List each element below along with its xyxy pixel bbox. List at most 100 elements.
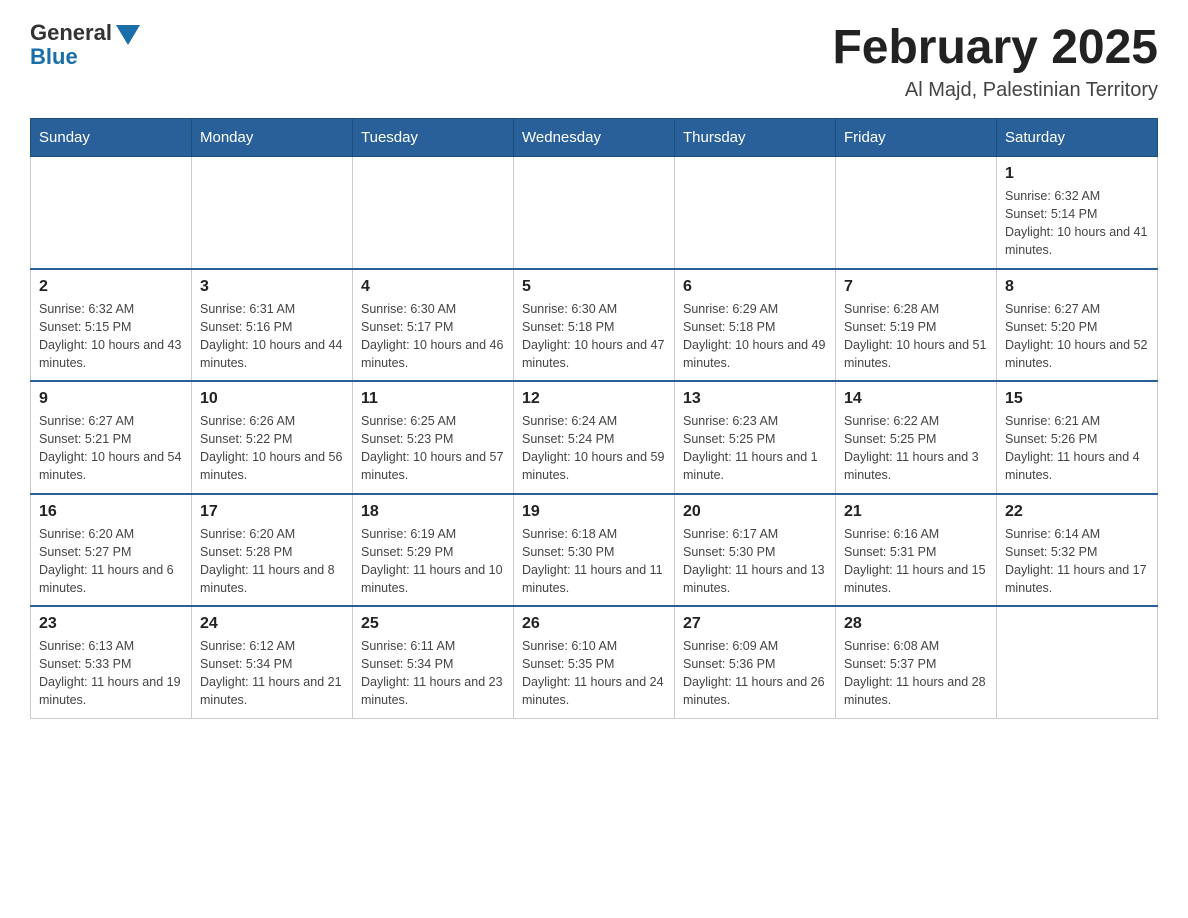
calendar-cell: 10 Sunrise: 6:26 AM Sunset: 5:22 PM Dayli… — [192, 381, 353, 494]
day-info: Sunrise: 6:20 AM Sunset: 5:27 PM Dayligh… — [39, 525, 183, 598]
day-info: Sunrise: 6:19 AM Sunset: 5:29 PM Dayligh… — [361, 525, 505, 598]
logo-blue-text: Blue — [30, 44, 78, 70]
calendar-cell: 11 Sunrise: 6:25 AM Sunset: 5:23 PM Dayli… — [353, 381, 514, 494]
day-number: 6 — [683, 278, 827, 296]
calendar-cell: 20 Sunrise: 6:17 AM Sunset: 5:30 PM Dayli… — [675, 494, 836, 607]
calendar-cell: 26 Sunrise: 6:10 AM Sunset: 5:35 PM Dayli… — [514, 606, 675, 718]
calendar-cell: 8 Sunrise: 6:27 AM Sunset: 5:20 PM Daylig… — [997, 269, 1158, 382]
calendar-cell: 9 Sunrise: 6:27 AM Sunset: 5:21 PM Daylig… — [31, 381, 192, 494]
calendar-cell: 4 Sunrise: 6:30 AM Sunset: 5:17 PM Daylig… — [353, 269, 514, 382]
day-info: Sunrise: 6:12 AM Sunset: 5:34 PM Dayligh… — [200, 637, 344, 710]
day-number: 18 — [361, 503, 505, 521]
day-number: 15 — [1005, 390, 1149, 408]
day-info: Sunrise: 6:09 AM Sunset: 5:36 PM Dayligh… — [683, 637, 827, 710]
day-number: 17 — [200, 503, 344, 521]
calendar-cell: 16Sunrise: 6:20 AM Sunset: 5:27 PM Dayli… — [31, 494, 192, 607]
calendar-cell: 28 Sunrise: 6:08 AM Sunset: 5:37 PM Dayli… — [836, 606, 997, 718]
day-info: Sunrise: 6:32 AM Sunset: 5:14 PM Dayligh… — [1005, 187, 1149, 260]
day-info: Sunrise: 6:13 AM Sunset: 5:33 PM Dayligh… — [39, 637, 183, 710]
day-number: 21 — [844, 503, 988, 521]
day-info: Sunrise: 6:29 AM Sunset: 5:18 PM Dayligh… — [683, 300, 827, 373]
calendar-cell — [353, 157, 514, 269]
calendar-cell: 6 Sunrise: 6:29 AM Sunset: 5:18 PM Daylig… — [675, 269, 836, 382]
day-of-week-header: Sunday — [31, 119, 192, 157]
calendar-cell: 3 Sunrise: 6:31 AM Sunset: 5:16 PM Daylig… — [192, 269, 353, 382]
page-header: General Blue February 2025 Al Majd, Pale… — [30, 20, 1158, 102]
day-number: 12 — [522, 390, 666, 408]
day-info: Sunrise: 6:14 AM Sunset: 5:32 PM Dayligh… — [1005, 525, 1149, 598]
logo-arrow-icon — [116, 25, 140, 45]
day-info: Sunrise: 6:18 AM Sunset: 5:30 PM Dayligh… — [522, 525, 666, 598]
day-of-week-header: Thursday — [675, 119, 836, 157]
day-info: Sunrise: 6:26 AM Sunset: 5:22 PM Dayligh… — [200, 412, 344, 485]
day-number: 1 — [1005, 165, 1149, 183]
day-number: 19 — [522, 503, 666, 521]
calendar-cell: 23 Sunrise: 6:13 AM Sunset: 5:33 PM Dayli… — [31, 606, 192, 718]
day-info: Sunrise: 6:25 AM Sunset: 5:23 PM Dayligh… — [361, 412, 505, 485]
day-info: Sunrise: 6:32 AM Sunset: 5:15 PM Dayligh… — [39, 300, 183, 373]
day-number: 2 — [39, 278, 183, 296]
calendar-table: SundayMondayTuesdayWednesdayThursdayFrid… — [30, 118, 1158, 719]
day-info: Sunrise: 6:11 AM Sunset: 5:34 PM Dayligh… — [361, 637, 505, 710]
calendar-cell — [836, 157, 997, 269]
logo-general-text: General — [30, 20, 112, 46]
day-number: 25 — [361, 615, 505, 633]
day-number: 10 — [200, 390, 344, 408]
calendar-cell: 18 Sunrise: 6:19 AM Sunset: 5:29 PM Dayli… — [353, 494, 514, 607]
day-number: 7 — [844, 278, 988, 296]
title-section: February 2025 Al Majd, Palestinian Terri… — [832, 20, 1158, 102]
calendar-cell: 24 Sunrise: 6:12 AM Sunset: 5:34 PM Dayli… — [192, 606, 353, 718]
calendar-header-row: SundayMondayTuesdayWednesdayThursdayFrid… — [31, 119, 1158, 157]
calendar-cell: 22 Sunrise: 6:14 AM Sunset: 5:32 PM Dayli… — [997, 494, 1158, 607]
calendar-cell: 12 Sunrise: 6:24 AM Sunset: 5:24 PM Dayli… — [514, 381, 675, 494]
calendar-cell — [675, 157, 836, 269]
day-info: Sunrise: 6:24 AM Sunset: 5:24 PM Dayligh… — [522, 412, 666, 485]
day-number: 4 — [361, 278, 505, 296]
day-number: 8 — [1005, 278, 1149, 296]
day-of-week-header: Wednesday — [514, 119, 675, 157]
day-number: 24 — [200, 615, 344, 633]
day-info: Sunrise: 6:22 AM Sunset: 5:25 PM Dayligh… — [844, 412, 988, 485]
calendar-cell: 19 Sunrise: 6:18 AM Sunset: 5:30 PM Dayli… — [514, 494, 675, 607]
calendar-cell: 21 Sunrise: 6:16 AM Sunset: 5:31 PM Dayli… — [836, 494, 997, 607]
day-number: 9 — [39, 390, 183, 408]
day-number: 23 — [39, 615, 183, 633]
day-info: Sunrise: 6:10 AM Sunset: 5:35 PM Dayligh… — [522, 637, 666, 710]
day-info: Sunrise: 6:08 AM Sunset: 5:37 PM Dayligh… — [844, 637, 988, 710]
day-number: 20 — [683, 503, 827, 521]
day-number: 22 — [1005, 503, 1149, 521]
day-info: Sunrise: 6:16 AM Sunset: 5:31 PM Dayligh… — [844, 525, 988, 598]
calendar-cell: 1 Sunrise: 6:32 AM Sunset: 5:14 PM Daylig… — [997, 157, 1158, 269]
calendar-cell: 14 Sunrise: 6:22 AM Sunset: 5:25 PM Dayli… — [836, 381, 997, 494]
day-info: Sunrise: 6:27 AM Sunset: 5:20 PM Dayligh… — [1005, 300, 1149, 373]
day-info: Sunrise: 6:21 AM Sunset: 5:26 PM Dayligh… — [1005, 412, 1149, 485]
day-of-week-header: Monday — [192, 119, 353, 157]
day-info: Sunrise: 6:30 AM Sunset: 5:17 PM Dayligh… — [361, 300, 505, 373]
day-info: Sunrise: 6:17 AM Sunset: 5:30 PM Dayligh… — [683, 525, 827, 598]
day-number: 5 — [522, 278, 666, 296]
day-number: 26 — [522, 615, 666, 633]
day-number: 28 — [844, 615, 988, 633]
day-info: Sunrise: 6:23 AM Sunset: 5:25 PM Dayligh… — [683, 412, 827, 485]
calendar-cell — [514, 157, 675, 269]
day-of-week-header: Friday — [836, 119, 997, 157]
calendar-cell: 27 Sunrise: 6:09 AM Sunset: 5:36 PM Dayli… — [675, 606, 836, 718]
calendar-cell: 7Sunrise: 6:28 AM Sunset: 5:19 PM Daylig… — [836, 269, 997, 382]
calendar-cell: 15 Sunrise: 6:21 AM Sunset: 5:26 PM Dayli… — [997, 381, 1158, 494]
day-info: Sunrise: 6:27 AM Sunset: 5:21 PM Dayligh… — [39, 412, 183, 485]
day-number: 11 — [361, 390, 505, 408]
day-info: Sunrise: 6:31 AM Sunset: 5:16 PM Dayligh… — [200, 300, 344, 373]
logo: General Blue — [30, 20, 140, 70]
day-number: 14 — [844, 390, 988, 408]
calendar-cell: 17Sunrise: 6:20 AM Sunset: 5:28 PM Dayli… — [192, 494, 353, 607]
day-info: Sunrise: 6:30 AM Sunset: 5:18 PM Dayligh… — [522, 300, 666, 373]
calendar-cell: 5 Sunrise: 6:30 AM Sunset: 5:18 PM Daylig… — [514, 269, 675, 382]
day-number: 27 — [683, 615, 827, 633]
calendar-cell: 13Sunrise: 6:23 AM Sunset: 5:25 PM Dayli… — [675, 381, 836, 494]
calendar-cell: 2 Sunrise: 6:32 AM Sunset: 5:15 PM Daylig… — [31, 269, 192, 382]
location-text: Al Majd, Palestinian Territory — [832, 79, 1158, 102]
calendar-cell — [192, 157, 353, 269]
day-of-week-header: Saturday — [997, 119, 1158, 157]
calendar-cell: 25 Sunrise: 6:11 AM Sunset: 5:34 PM Dayli… — [353, 606, 514, 718]
day-number: 3 — [200, 278, 344, 296]
